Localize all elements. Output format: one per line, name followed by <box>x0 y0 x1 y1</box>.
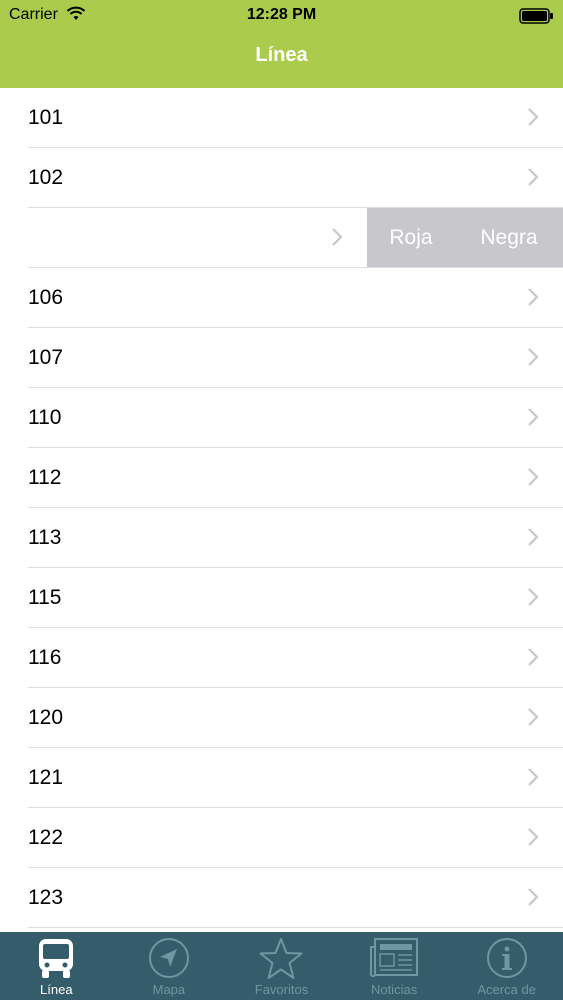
chevron-right-icon <box>528 828 539 846</box>
chevron-right-icon <box>528 528 539 546</box>
line-number: 106 <box>28 286 64 309</box>
bus-icon <box>39 939 74 978</box>
battery-icon <box>519 8 553 24</box>
page-title: Línea <box>255 44 308 66</box>
line-number: 123 <box>28 886 64 909</box>
line-row[interactable]: 101 <box>0 88 563 148</box>
line-number: 113 <box>28 526 62 549</box>
tab-label: Noticias <box>370 982 418 997</box>
line-number: 110 <box>28 406 62 429</box>
chevron-right-icon <box>528 348 539 366</box>
line-number: 120 <box>28 706 64 729</box>
chevron-right-icon <box>528 708 539 726</box>
tab-favoritos[interactable]: Favoritos <box>225 932 338 1000</box>
line-row[interactable]: 116 <box>0 628 563 688</box>
line-number: 116 <box>28 646 62 669</box>
chevron-right-icon <box>528 108 539 126</box>
chevron-right-icon <box>528 408 539 426</box>
line-row[interactable]: 113 <box>0 508 563 568</box>
line-row[interactable]: 120 <box>0 688 563 748</box>
chevron-right-icon <box>528 648 539 666</box>
info-icon <box>486 938 527 978</box>
line-number: 101 <box>28 106 64 129</box>
status-bar: Carrier 12:28 PM <box>0 0 563 30</box>
chevron-right-icon <box>528 168 539 186</box>
swiped-row-content[interactable] <box>0 208 367 268</box>
line-number: 102 <box>28 166 64 189</box>
chevron-right-icon <box>528 888 539 906</box>
chevron-right-icon <box>528 288 539 306</box>
line-number: 121 <box>28 766 64 789</box>
chevron-right-icon <box>528 588 539 606</box>
chevron-right-icon <box>528 768 539 786</box>
line-row[interactable]: 102 <box>0 148 563 208</box>
roja-button[interactable]: Roja <box>367 208 455 268</box>
header: Carrier 12:28 PM Línea <box>0 0 563 88</box>
chevron-right-icon <box>332 228 343 246</box>
line-row[interactable]: 115 <box>0 568 563 628</box>
line-row[interactable]: 122 <box>0 808 563 868</box>
line-number: 115 <box>28 586 62 609</box>
tab-label: Acerca de <box>477 982 536 997</box>
compass-icon <box>148 938 189 978</box>
line-row[interactable]: 110 <box>0 388 563 448</box>
line-list: 101 102 Roja Negra 106 107 110 112 113 1… <box>0 88 563 928</box>
line-row[interactable]: 107 <box>0 328 563 388</box>
line-number: 107 <box>28 346 64 369</box>
line-row[interactable]: 121 <box>0 748 563 808</box>
tab-label: Favoritos <box>254 982 309 997</box>
swipe-actions: Roja Negra <box>367 208 563 268</box>
newspaper-icon <box>369 938 419 977</box>
tab-label: Mapa <box>152 982 186 997</box>
tab-acerca-de[interactable]: Acerca de <box>450 932 563 1000</box>
tab-bar: Línea Mapa Favoritos Noticias Acerca de <box>0 932 563 1000</box>
line-row[interactable]: 112 <box>0 448 563 508</box>
line-row-swiped[interactable]: Roja Negra <box>0 208 563 268</box>
star-icon <box>259 938 303 979</box>
line-row[interactable]: 123 <box>0 868 563 928</box>
tab-label: Línea <box>40 982 73 997</box>
line-row[interactable]: 106 <box>0 268 563 328</box>
chevron-right-icon <box>528 468 539 486</box>
tab-mapa[interactable]: Mapa <box>113 932 226 1000</box>
line-number: 112 <box>28 466 62 489</box>
status-time: 12:28 PM <box>246 6 317 23</box>
line-number: 122 <box>28 826 64 849</box>
tab-noticias[interactable]: Noticias <box>338 932 451 1000</box>
tab-linea[interactable]: Línea <box>0 932 113 1000</box>
negra-button[interactable]: Negra <box>455 208 563 268</box>
